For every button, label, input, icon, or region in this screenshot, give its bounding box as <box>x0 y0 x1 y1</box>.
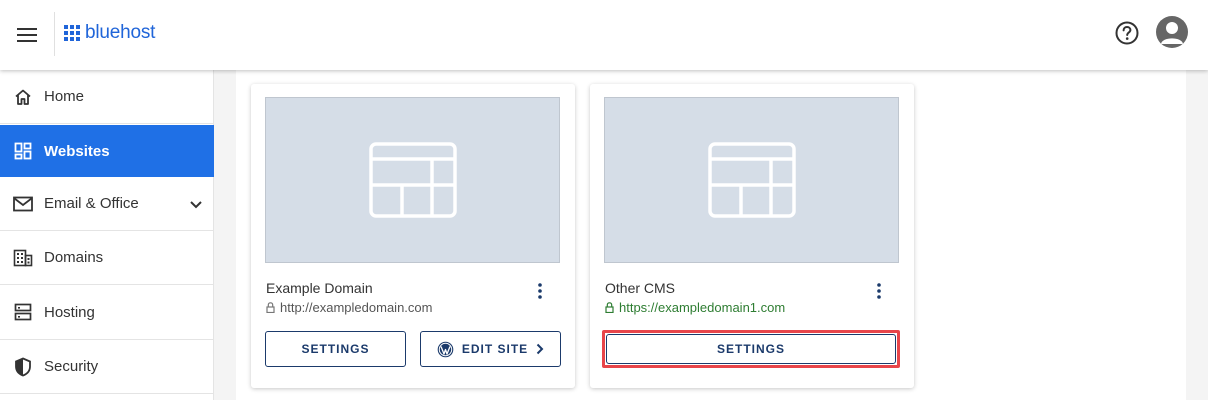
chevron-right-icon <box>536 343 544 355</box>
sidebar-item-security[interactable]: Security <box>0 340 214 394</box>
sidebar-item-label: Domains <box>44 249 104 266</box>
site-url[interactable]: http://exampledomain.com <box>266 300 432 315</box>
edit-site-button[interactable]: EDIT SITE <box>420 331 561 367</box>
lock-icon <box>605 302 614 313</box>
site-thumbnail[interactable] <box>265 97 560 263</box>
sidebar-item-domains[interactable]: Domains <box>0 231 214 285</box>
sidebar-item-label: Security <box>44 358 99 375</box>
sidebar-item-websites[interactable]: Websites <box>0 125 214 177</box>
sidebar-item-label: Email & Office <box>44 195 139 212</box>
site-thumbnail[interactable] <box>604 97 899 263</box>
kebab-menu-icon[interactable] <box>874 282 884 300</box>
server-icon <box>13 302 33 322</box>
user-avatar-icon[interactable] <box>1156 16 1188 48</box>
dashboard-icon <box>13 141 33 161</box>
settings-button[interactable]: SETTINGS <box>265 331 406 367</box>
chevron-down-icon[interactable] <box>188 196 204 212</box>
sidebar-item-hosting[interactable]: Hosting <box>0 285 214 340</box>
sidebar-item-label: Home <box>44 88 85 105</box>
edit-site-button-label: EDIT SITE <box>461 342 529 356</box>
sidebar: Home Websites Email & Office Domains Hos… <box>0 70 214 400</box>
building-icon <box>13 248 33 268</box>
wordpress-icon <box>437 341 454 358</box>
sidebar-item-label: Websites <box>44 142 110 160</box>
hamburger-menu-icon[interactable] <box>14 22 40 48</box>
site-card: Other CMS https://exampledomain1.com SET… <box>590 84 914 388</box>
site-name: Other CMS <box>605 280 676 296</box>
question-circle-icon[interactable] <box>1114 20 1140 46</box>
shield-icon <box>13 357 33 377</box>
site-url-text: https://exampledomain1.com <box>619 300 786 315</box>
sidebar-item-label: Hosting <box>44 303 95 321</box>
sidebar-item-email-office[interactable]: Email & Office <box>0 177 214 231</box>
mail-icon <box>13 194 33 214</box>
site-card: Example Domain http://exampledomain.com … <box>251 84 575 388</box>
layout-placeholder-icon <box>707 142 796 218</box>
site-name: Example Domain <box>266 280 373 296</box>
site-url-text: http://exampledomain.com <box>280 300 433 315</box>
settings-button-label: SETTINGS <box>301 342 370 356</box>
top-bar: bluehost <box>0 0 1208 70</box>
grid-logo-icon <box>64 25 80 41</box>
sidebar-item-home[interactable]: Home <box>0 70 214 124</box>
highlight-box <box>602 330 900 368</box>
kebab-menu-icon[interactable] <box>535 282 545 300</box>
bluehost-logo[interactable]: bluehost <box>64 22 155 44</box>
site-url[interactable]: https://exampledomain1.com <box>605 300 785 315</box>
lock-open-icon <box>266 302 275 313</box>
brand-name: bluehost <box>85 22 156 43</box>
home-icon <box>13 87 33 107</box>
header-divider <box>54 12 55 56</box>
layout-placeholder-icon <box>368 142 457 218</box>
